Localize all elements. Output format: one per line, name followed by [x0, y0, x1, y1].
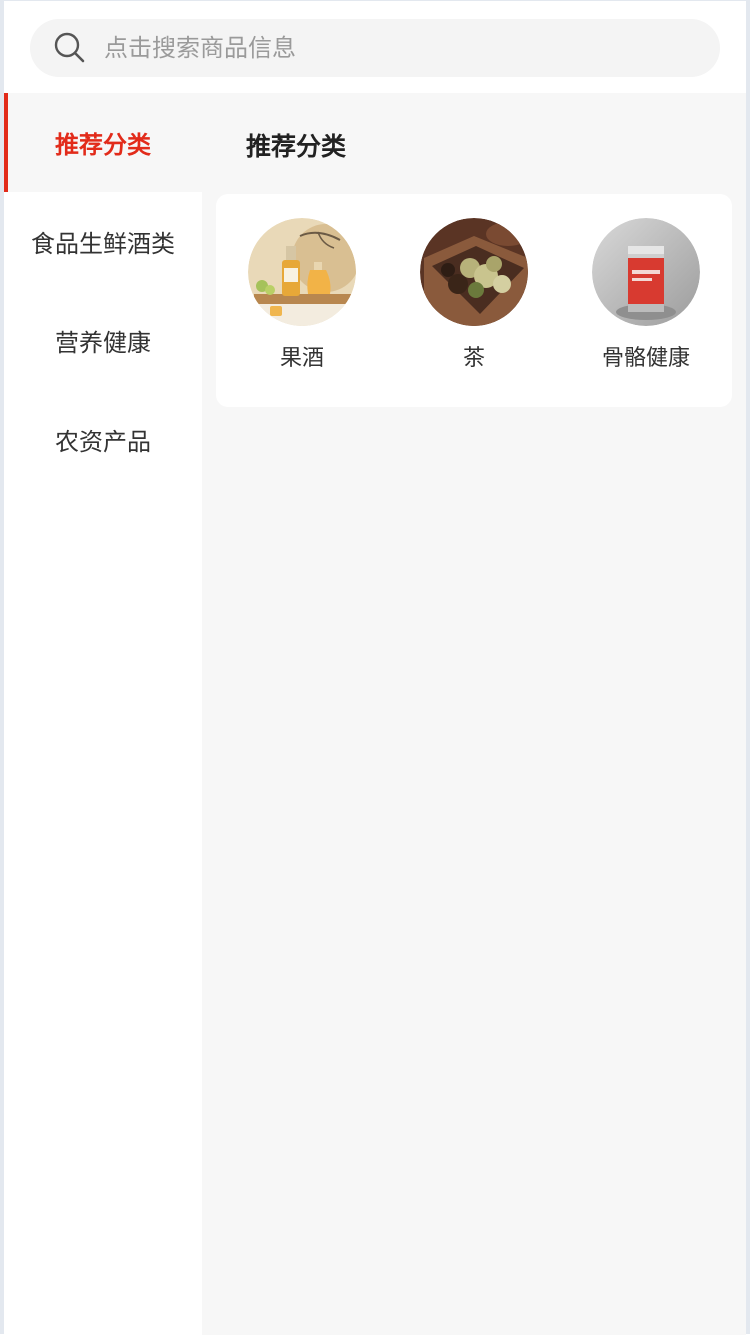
- sidebar-item-agricultural-products[interactable]: 农资产品: [4, 390, 202, 489]
- category-content: 推荐分类 果酒 茶 骨骼健康: [202, 93, 746, 1335]
- bone-health-product-photo[interactable]: [592, 218, 700, 326]
- category-tea[interactable]: 茶: [418, 218, 530, 407]
- category-sidebar: 推荐分类 食品生鲜酒类 营养健康 农资产品: [4, 93, 202, 1335]
- section-title: 推荐分类: [246, 132, 347, 161]
- app-frame: 推荐分类 食品生鲜酒类 营养健康 农资产品 推荐分类: [0, 0, 750, 1335]
- tea-photo[interactable]: [420, 218, 528, 326]
- search-icon[interactable]: [52, 30, 88, 66]
- category-fruit-wine[interactable]: 果酒: [246, 218, 358, 407]
- search-header: [4, 1, 746, 93]
- search-input[interactable]: [104, 34, 664, 62]
- sidebar-item-label: 食品生鲜酒类: [31, 230, 175, 258]
- category-label: 茶: [462, 346, 485, 371]
- category-label: 骨骼健康: [601, 346, 690, 371]
- search-bar[interactable]: [30, 19, 720, 77]
- sidebar-item-nutrition-health[interactable]: 营养健康: [4, 291, 202, 390]
- sidebar-item-label: 营养健康: [55, 329, 151, 357]
- sidebar-item-label: 农资产品: [55, 428, 151, 456]
- fruit-wine-photo[interactable]: [248, 218, 356, 326]
- sidebar-item-label: 推荐分类: [55, 131, 151, 159]
- category-label: 果酒: [279, 346, 324, 371]
- sidebar-item-recommended[interactable]: 推荐分类: [4, 93, 202, 192]
- category-bone-health[interactable]: 骨骼健康: [590, 218, 702, 407]
- category-card: 果酒 茶 骨骼健康: [216, 194, 732, 407]
- sidebar-item-food-fresh-liquor[interactable]: 食品生鲜酒类: [4, 192, 202, 291]
